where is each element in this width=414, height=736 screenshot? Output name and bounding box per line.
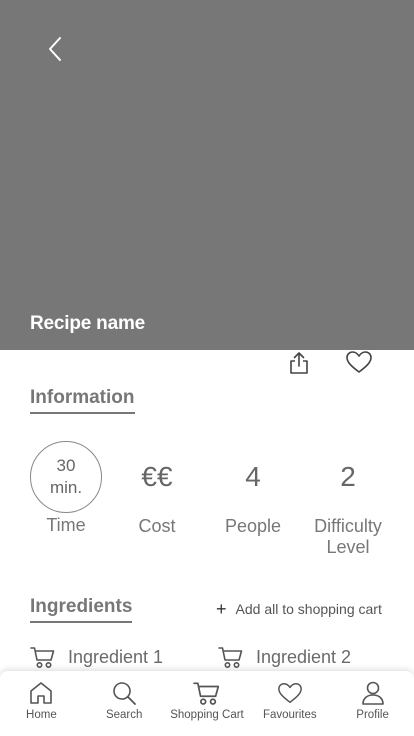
home-icon bbox=[30, 682, 53, 704]
tab-profile[interactable]: Profile bbox=[331, 671, 414, 736]
cart-icon bbox=[218, 645, 244, 669]
tab-shopping-cart[interactable]: Shopping Cart bbox=[166, 671, 249, 736]
stat-value: 2 bbox=[340, 461, 356, 492]
tab-label: Home bbox=[26, 709, 57, 721]
ingredient-item[interactable]: Ingredient 1 bbox=[30, 645, 163, 669]
stat-value: 4 bbox=[245, 461, 261, 492]
share-button[interactable] bbox=[286, 350, 312, 376]
add-all-label: Add all to shopping cart bbox=[235, 601, 382, 617]
plus-icon: + bbox=[216, 599, 227, 619]
share-icon bbox=[290, 352, 308, 374]
user-icon bbox=[361, 681, 384, 705]
tab-search[interactable]: Search bbox=[83, 671, 166, 736]
tab-label: Search bbox=[105, 709, 143, 721]
tab-home[interactable]: Home bbox=[0, 671, 83, 736]
ingredient-item[interactable]: Ingredient 2 bbox=[218, 645, 351, 669]
tab-label: Shopping Cart bbox=[170, 709, 244, 721]
stat-label: Time bbox=[46, 515, 86, 535]
search-icon bbox=[113, 682, 137, 705]
cart-icon bbox=[193, 682, 220, 705]
recipe-hero-image: Recipe name bbox=[0, 0, 414, 350]
stat-label: People bbox=[224, 516, 282, 536]
information-heading: Information bbox=[30, 387, 135, 414]
add-all-to-cart-button[interactable]: + Add all to shopping cart bbox=[216, 599, 382, 619]
stat-label: Cost bbox=[138, 516, 176, 536]
back-button[interactable] bbox=[40, 32, 70, 66]
chevron-left-icon bbox=[49, 37, 61, 61]
tab-favourites[interactable]: Favourites bbox=[248, 671, 331, 736]
cart-icon bbox=[30, 645, 56, 669]
stat-time: 30 min. Time bbox=[18, 440, 114, 536]
ingredients-heading: Ingredients bbox=[30, 596, 133, 623]
tab-label: Profile bbox=[356, 709, 389, 721]
stat-label: Difficulty Level bbox=[314, 516, 382, 557]
bottom-tab-bar: Home Search Shopping Cart Favourites Pro… bbox=[0, 671, 414, 736]
recipe-title: Recipe name bbox=[30, 313, 146, 334]
heart-icon bbox=[277, 682, 302, 704]
tab-label: Favourites bbox=[262, 709, 317, 721]
stat-people: 4 People bbox=[205, 440, 301, 537]
favourite-button[interactable] bbox=[344, 349, 374, 375]
stat-cost: €€ Cost bbox=[109, 440, 205, 537]
stat-difficulty: 2 Difficulty Level bbox=[300, 440, 396, 558]
time-value-circle: 30 min. bbox=[30, 441, 102, 513]
stat-value: €€ bbox=[141, 461, 173, 492]
ingredient-label: Ingredient 1 bbox=[68, 646, 164, 667]
heart-icon bbox=[346, 351, 372, 373]
ingredient-label: Ingredient 2 bbox=[256, 646, 352, 667]
